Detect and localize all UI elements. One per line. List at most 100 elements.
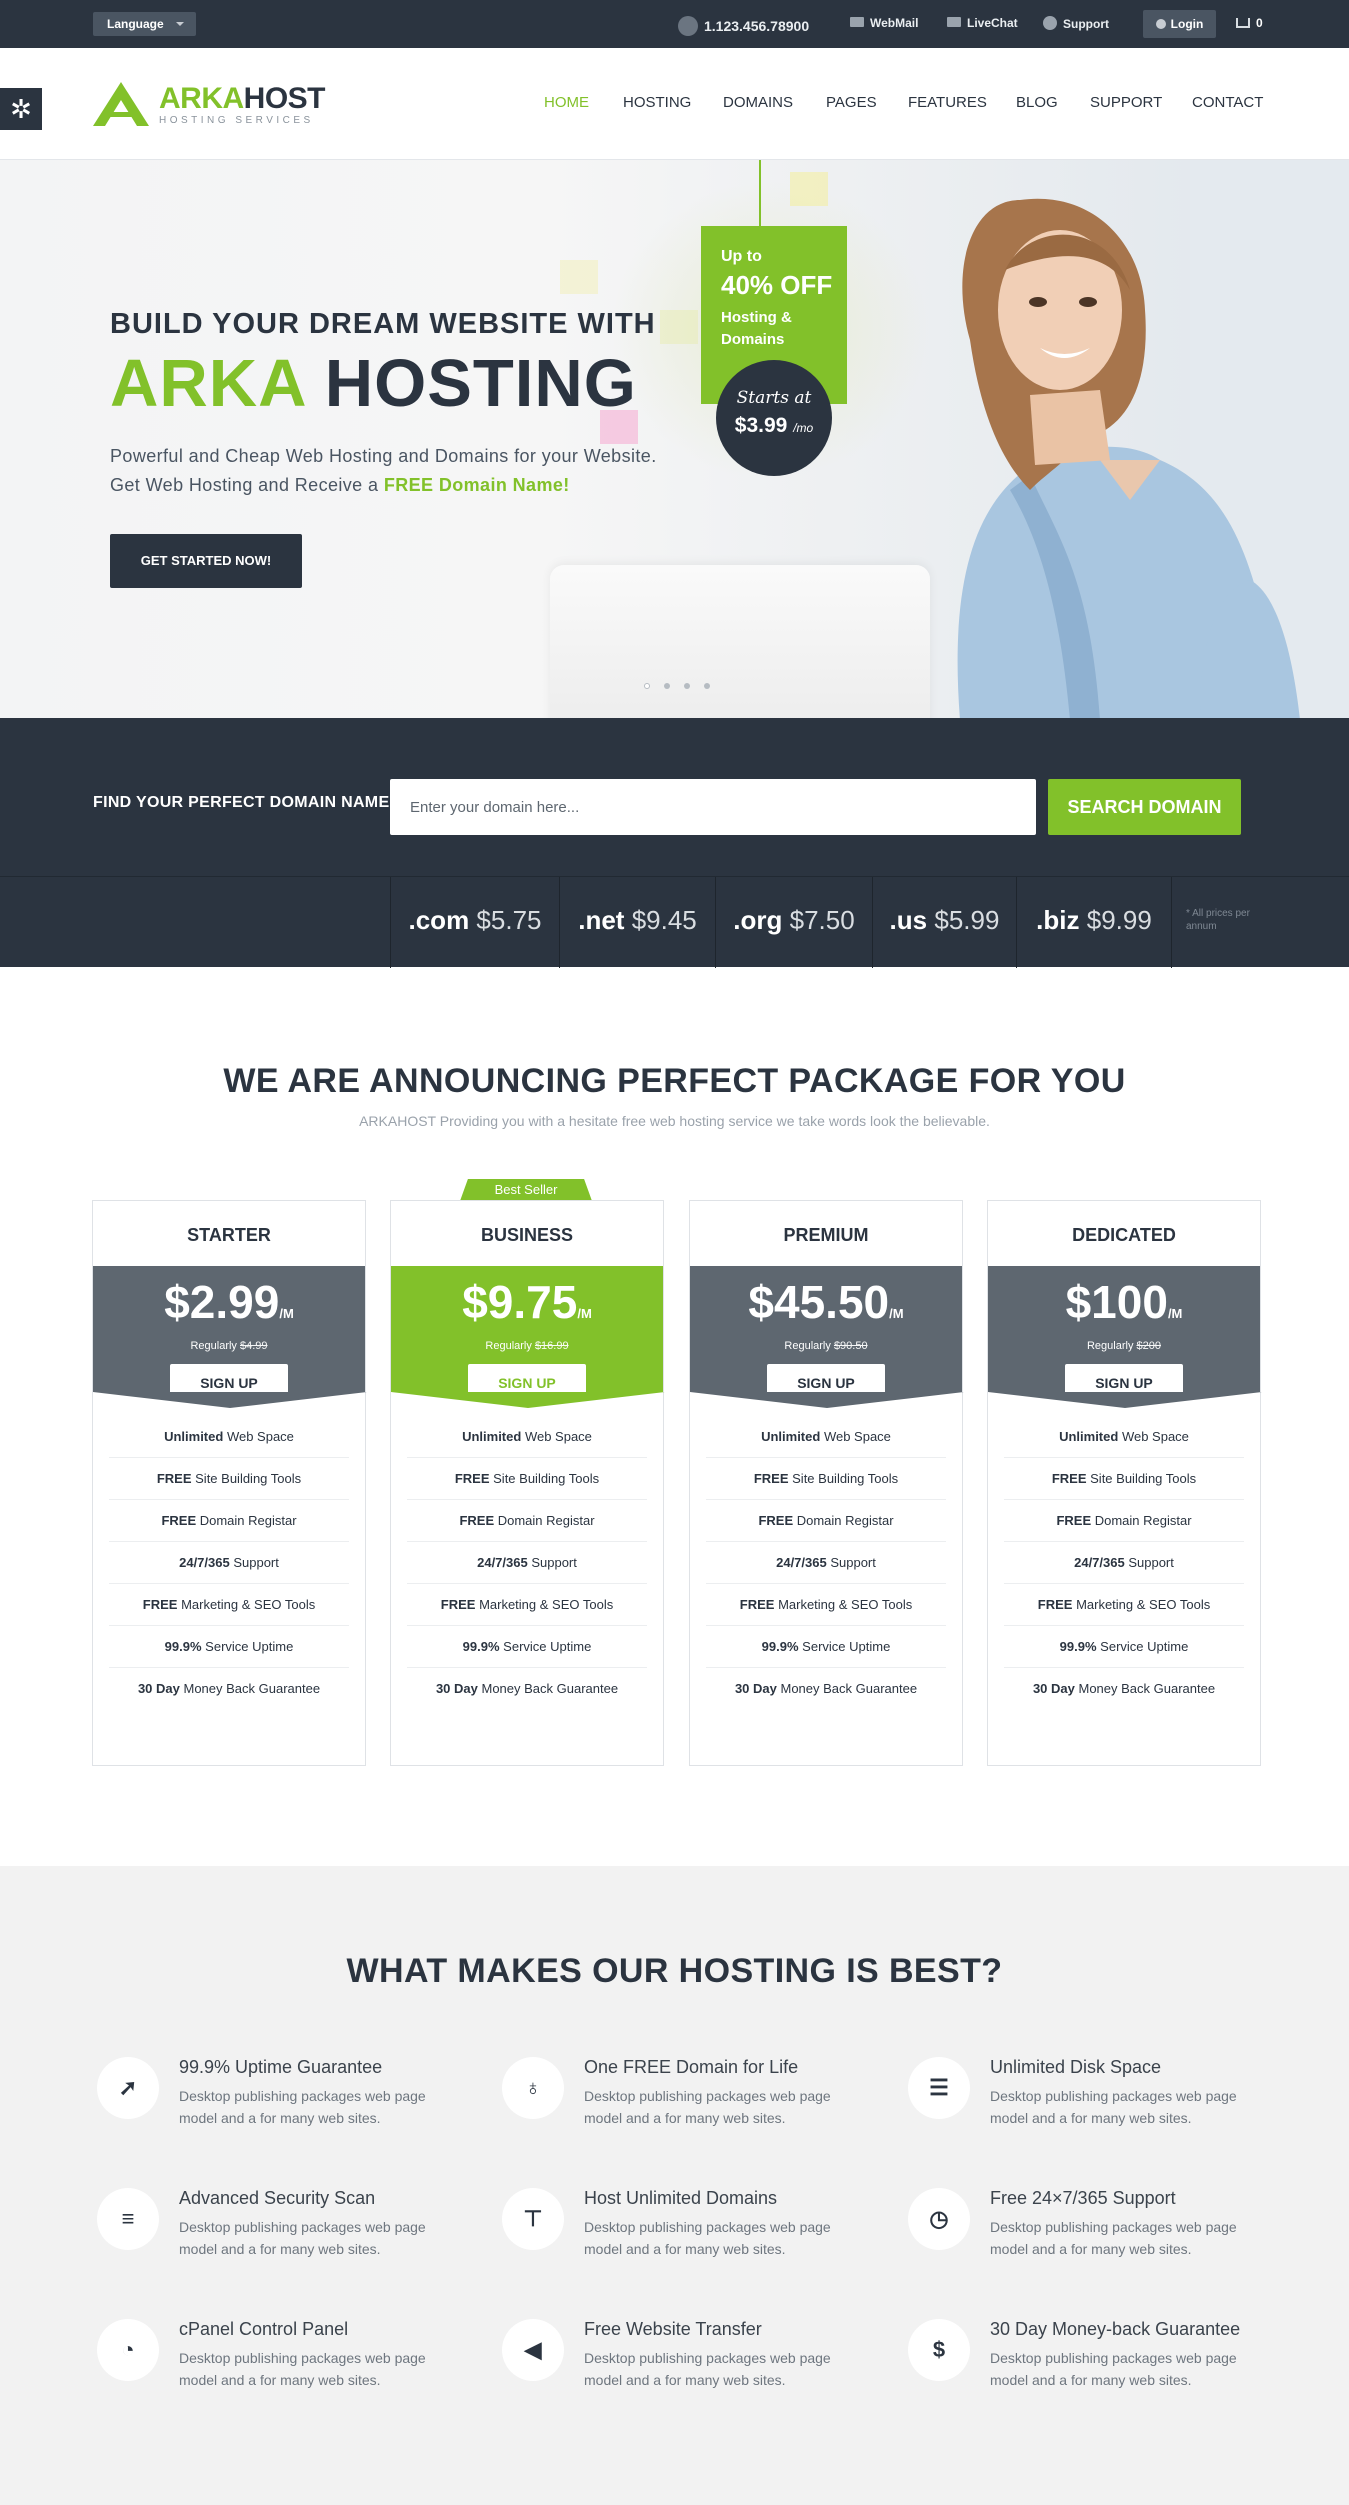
starting-price-badge: Starts at $3.99 /mo xyxy=(716,360,832,476)
best-seller-ribbon: Best Seller xyxy=(460,1179,592,1201)
nav-domains[interactable]: DOMAINS xyxy=(723,94,793,111)
feature-row: 99.9% Service Uptime xyxy=(109,1626,349,1668)
nav-hosting[interactable]: HOSTING xyxy=(623,94,691,111)
phone-number[interactable]: 1.123.456.78900 xyxy=(678,16,809,36)
feature-title: Unlimited Disk Space xyxy=(990,2057,1162,2077)
sticky-note xyxy=(660,310,698,344)
feature-text: Money Back Guarantee xyxy=(481,1681,619,1696)
domain-search-input[interactable] xyxy=(390,779,1036,835)
plan-price-box: $2.99/M Regularly $4.99 SIGN UP xyxy=(93,1266,367,1408)
plan-name: BUSINESS xyxy=(480,1225,574,1245)
feature-text: Site Building Tools xyxy=(1090,1471,1197,1486)
feature-row: Unlimited Web Space xyxy=(109,1416,349,1458)
slider-dot[interactable] xyxy=(684,683,690,689)
feature-text: Site Building Tools xyxy=(792,1471,899,1486)
feature-bold: 99.9% xyxy=(462,1639,500,1654)
feature-bold: FREE xyxy=(142,1597,178,1612)
login-button[interactable]: Login xyxy=(1143,10,1216,38)
hero-title-main: HOSTING xyxy=(324,346,637,421)
feature-text: Web Space xyxy=(226,1429,294,1444)
login-label: Login xyxy=(1170,17,1204,31)
feature-row: 99.9% Service Uptime xyxy=(706,1626,946,1668)
language-select[interactable]: Language xyxy=(93,12,196,36)
feature-row: 30 Day Money Back Guarantee xyxy=(407,1668,647,1710)
nav-contact[interactable]: CONTACT xyxy=(1192,94,1263,111)
plan-price-unit: /M xyxy=(1167,1306,1183,1321)
user-icon xyxy=(1155,19,1166,29)
webmail-label: WebMail xyxy=(870,16,919,30)
feature-bold: FREE xyxy=(739,1597,775,1612)
feature-row: FREE Site Building Tools xyxy=(1004,1458,1244,1500)
settings-gear-icon[interactable]: ✲ xyxy=(0,88,42,130)
slider-dot[interactable] xyxy=(644,683,650,689)
plan-price-box: $9.75/M Regularly $16.99 SIGN UP xyxy=(391,1266,665,1408)
prices-note: * All prices per annum xyxy=(1186,908,1250,932)
hero-desc-line2: Get Web Hosting and Receive a xyxy=(110,475,379,495)
get-started-button[interactable]: GET STARTED NOW! xyxy=(110,534,302,588)
logo-part-2: HOST xyxy=(243,82,326,115)
hero-desc-highlight: FREE Domain Name! xyxy=(383,475,570,495)
feature-title: Advanced Security Scan xyxy=(179,2188,376,2208)
tld-price: $9.45 xyxy=(631,905,697,935)
logo-tagline: HOSTING SERVICES xyxy=(159,115,314,126)
plan-price-unit: /M xyxy=(577,1306,592,1321)
start-price: $3.99 xyxy=(734,414,788,437)
nav-support[interactable]: SUPPORT xyxy=(1090,94,1162,111)
feature-bold: FREE xyxy=(753,1471,789,1486)
feature-desc: Desktop publishing packages web page mod… xyxy=(990,2219,1237,2257)
regular-price: $16.99 xyxy=(534,1340,569,1352)
nav-blog[interactable]: BLOG xyxy=(1016,94,1058,111)
nav-home[interactable]: HOME xyxy=(544,94,589,111)
site-header: ✲ ARKAHOST HOSTING SERVICES HOME HOSTING… xyxy=(0,48,1349,160)
plan-card-starter: STARTER $2.99/M Regularly $4.99 SIGN UP … xyxy=(92,1200,367,1766)
rocket-icon: ➚ xyxy=(97,2057,159,2119)
feature-row: FREE Site Building Tools xyxy=(706,1458,946,1500)
feature-text: Domain Registar xyxy=(796,1513,894,1528)
feature-item: ≡ Advanced Security Scan Desktop publish… xyxy=(97,2188,437,2288)
slider-dot[interactable] xyxy=(704,683,710,689)
tld-price: $5.99 xyxy=(934,905,1000,935)
cart-link[interactable]: 0 xyxy=(1236,16,1263,30)
feature-bold: FREE xyxy=(758,1513,794,1528)
feature-text: Support xyxy=(1128,1555,1174,1570)
feature-bold: Unlimited xyxy=(164,1429,224,1444)
feature-item: ◀ Free Website Transfer Desktop publishi… xyxy=(502,2319,842,2419)
nav-features[interactable]: FEATURES xyxy=(908,94,987,111)
hero-title: ARKA HOSTING xyxy=(110,344,637,424)
feature-text: Support xyxy=(233,1555,279,1570)
tld-price-biz: .biz $9.99 xyxy=(1016,877,1172,968)
tld-ext: .biz xyxy=(1036,905,1080,935)
feature-text: Marketing & SEO Tools xyxy=(181,1597,316,1612)
livechat-link[interactable]: LiveChat xyxy=(947,16,1018,30)
sticky-note xyxy=(790,172,828,206)
logo-mark-icon xyxy=(93,82,149,126)
slider-dot[interactable] xyxy=(664,683,670,689)
feature-text: Service Uptime xyxy=(503,1639,592,1654)
search-domain-button[interactable]: SEARCH DOMAIN xyxy=(1048,779,1241,835)
feature-item: ➚ 99.9% Uptime Guarantee Desktop publish… xyxy=(97,2057,437,2157)
feature-row: FREE Domain Registar xyxy=(706,1500,946,1542)
feature-bold: Unlimited xyxy=(761,1429,821,1444)
cart-count: 0 xyxy=(1256,16,1263,30)
feature-text: Domain Registar xyxy=(199,1513,297,1528)
plan-arrow xyxy=(391,1392,665,1408)
nav-pages[interactable]: PAGES xyxy=(826,94,877,111)
webmail-link[interactable]: WebMail xyxy=(850,16,918,30)
sliders-icon: ≡ xyxy=(97,2188,159,2250)
tld-price: $5.75 xyxy=(476,905,542,935)
feature-text: Money Back Guarantee xyxy=(1078,1681,1216,1696)
plan-card-dedicated: DEDICATED $100/M Regularly $200 SIGN UP … xyxy=(987,1200,1262,1766)
feature-text: Marketing & SEO Tools xyxy=(1076,1597,1211,1612)
plan-price-box: $45.50/M Regularly $90.50 SIGN UP xyxy=(690,1266,964,1408)
feature-bold: FREE xyxy=(1051,1471,1087,1486)
plan-price-box: $100/M Regularly $200 SIGN UP xyxy=(988,1266,1262,1408)
regular-price: $90.50 xyxy=(833,1340,868,1352)
question-icon xyxy=(1043,16,1057,30)
feature-row: 30 Day Money Back Guarantee xyxy=(1004,1668,1244,1710)
logo[interactable]: ARKAHOST xyxy=(159,82,326,116)
lightbulb-icon: ♁ xyxy=(502,2057,564,2119)
support-link[interactable]: Support xyxy=(1043,16,1109,31)
plan-price: $9.75 xyxy=(462,1276,578,1328)
feature-row: Unlimited Web Space xyxy=(407,1416,647,1458)
tld-ext: .org xyxy=(733,905,783,935)
